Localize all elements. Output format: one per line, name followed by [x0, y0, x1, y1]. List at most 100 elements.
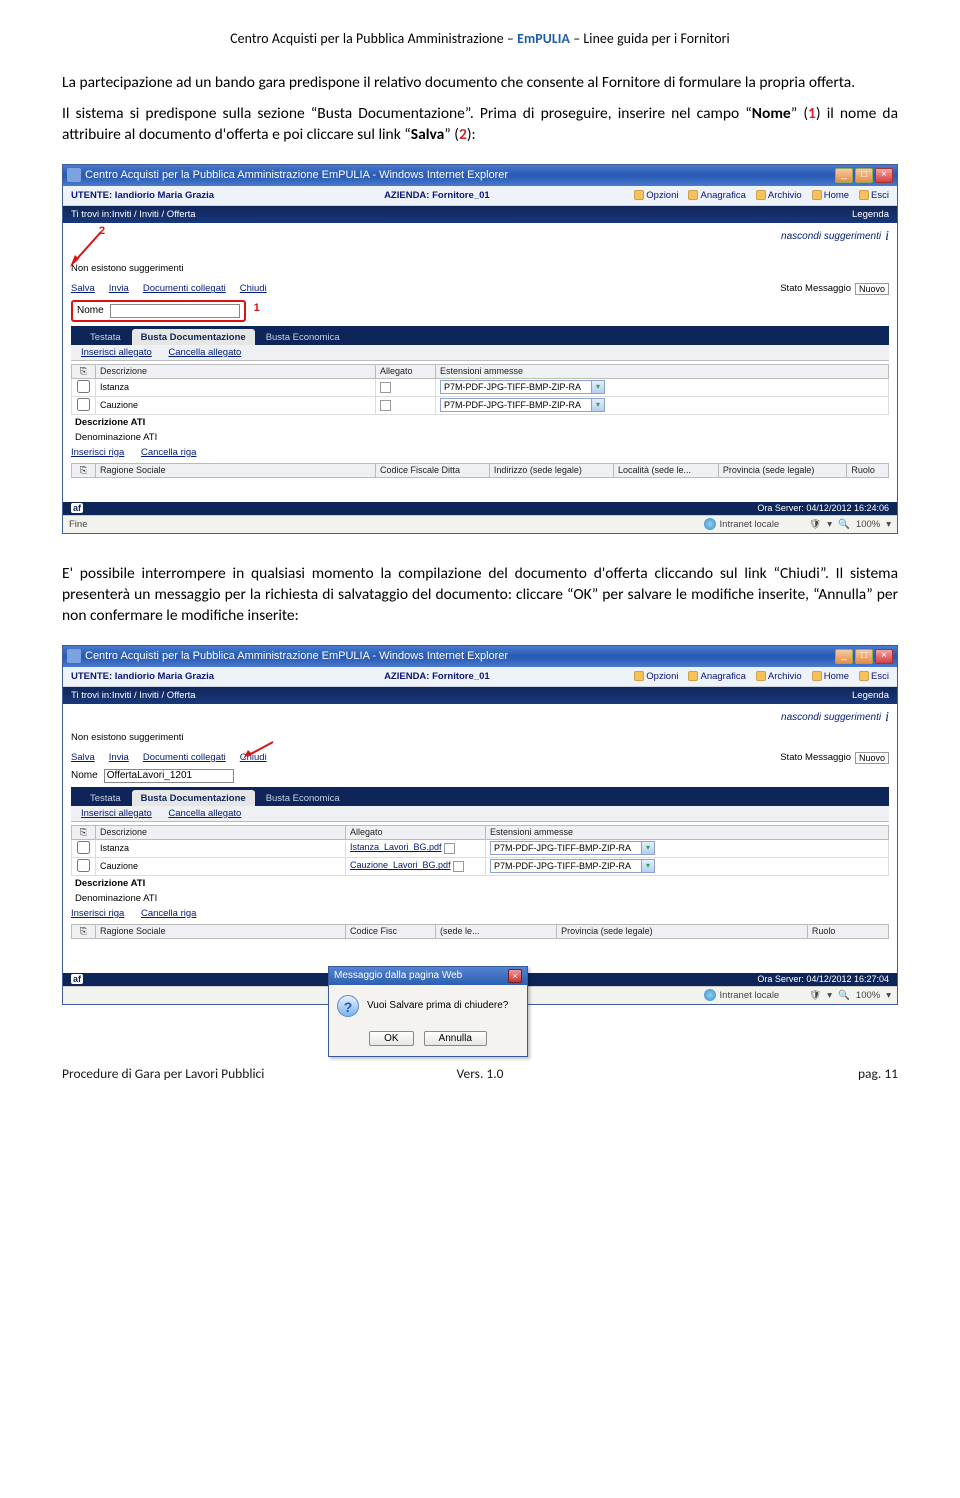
ext-select[interactable]: P7M-PDF-JPG-TIFF-BMP-ZIP-RA▾: [490, 859, 655, 873]
col-ragione-sociale: Ragione Sociale: [96, 463, 376, 477]
row1-desc: Istanza: [96, 378, 376, 396]
ext-select[interactable]: P7M-PDF-JPG-TIFF-BMP-ZIP-RA▾: [490, 841, 655, 855]
invia-link[interactable]: Invia: [109, 752, 129, 763]
toolbar-home[interactable]: Home: [812, 671, 849, 682]
toolbar-archivio[interactable]: Archivio: [756, 671, 802, 682]
inserisci-allegato-link[interactable]: Inserisci allegato: [81, 347, 152, 358]
salva-link[interactable]: Salva: [71, 752, 95, 763]
ati-table: ⎘ Ragione Sociale Codice Fiscale Ditta I…: [71, 463, 889, 478]
toolbar-esci[interactable]: Esci: [859, 190, 889, 201]
row2-desc: Cauzione: [96, 857, 346, 875]
tab-testata[interactable]: Testata: [81, 329, 130, 345]
tab-busta-economica[interactable]: Busta Economica: [257, 790, 349, 806]
nome-input[interactable]: [110, 304, 240, 318]
attach-icon[interactable]: [380, 400, 391, 411]
nome-field: Nome: [71, 769, 234, 783]
col-checkbox: ⎘: [72, 364, 96, 378]
user-label: UTENTE: Iandiorio Maria Grazia: [71, 190, 214, 201]
col-checkbox: ⎘: [72, 924, 96, 938]
window-titlebar[interactable]: Centro Acquisti per la Pubblica Amminist…: [63, 646, 897, 667]
row-checkbox[interactable]: [77, 841, 90, 854]
inserisci-riga-link[interactable]: Inserisci riga: [71, 447, 124, 458]
footer-version: Vers. 1.0: [341, 1065, 620, 1082]
content-area: nascondi suggerimentii Non esistono sugg…: [63, 704, 897, 973]
table-row: Istanza Istanza_Lavori_BG.pdf P7M-PDF-JP…: [72, 839, 889, 857]
col-localita: Località (sede le...: [613, 463, 718, 477]
header-right: – Linee guida per i Fornitori: [570, 30, 730, 47]
dialog-close-button[interactable]: ×: [508, 969, 522, 983]
maximize-button[interactable]: □: [855, 649, 873, 664]
chiudi-link[interactable]: Chiudi: [240, 283, 267, 294]
legenda-link[interactable]: Legenda: [852, 690, 889, 701]
inserisci-allegato-link[interactable]: Inserisci allegato: [81, 808, 152, 819]
legenda-link[interactable]: Legenda: [852, 209, 889, 220]
close-button[interactable]: ×: [875, 168, 893, 183]
maximize-button[interactable]: □: [855, 168, 873, 183]
attach-icon[interactable]: [453, 861, 464, 872]
tab-busta-documentazione[interactable]: Busta Documentazione: [132, 329, 255, 345]
chevron-down-icon: ▾: [641, 842, 654, 854]
callout-1-ref: 1: [808, 104, 816, 123]
minimize-button[interactable]: _: [835, 168, 853, 183]
hide-suggestions[interactable]: nascondi suggerimenti: [781, 231, 881, 242]
ext-select[interactable]: P7M-PDF-JPG-TIFF-BMP-ZIP-RA▾: [440, 398, 605, 412]
row-checkbox[interactable]: [77, 398, 90, 411]
table-row: Istanza P7M-PDF-JPG-TIFF-BMP-ZIP-RA▾: [72, 378, 889, 396]
attachment-link[interactable]: Istanza_Lavori_BG.pdf: [350, 842, 442, 852]
zone-icon: [704, 518, 716, 530]
hide-suggestions[interactable]: nascondi suggerimenti: [781, 712, 881, 723]
card-icon: [688, 671, 698, 681]
tab-busta-documentazione[interactable]: Busta Documentazione: [132, 790, 255, 806]
window-title: Centro Acquisti per la Pubblica Amminist…: [85, 650, 508, 662]
chevron-down-icon: ▾: [591, 399, 604, 411]
ie-icon: [67, 168, 81, 182]
col-cf: Codice Fisc: [346, 924, 436, 938]
ok-button[interactable]: OK: [369, 1031, 413, 1046]
descrizione-ati-label: Descrizione ATI: [71, 876, 889, 891]
home-icon: [812, 671, 822, 681]
toolbar-opzioni[interactable]: Opzioni: [634, 190, 678, 201]
row-checkbox[interactable]: [77, 859, 90, 872]
row-checkbox[interactable]: [77, 380, 90, 393]
documenti-collegati-link[interactable]: Documenti collegati: [143, 283, 226, 294]
col-descrizione: Descrizione: [96, 364, 376, 378]
window-titlebar[interactable]: Centro Acquisti per la Pubblica Amminist…: [63, 165, 897, 186]
attach-icon[interactable]: [444, 843, 455, 854]
toolbar-opzioni[interactable]: Opzioni: [634, 671, 678, 682]
dialog-message: Vuoi Salvare prima di chiudere?: [367, 1000, 508, 1011]
breadcrumb: Ti trovi in:Inviti / Inviti / Offerta: [71, 209, 196, 220]
dialog-titlebar[interactable]: Messaggio dalla pagina Web ×: [329, 967, 527, 985]
nome-input[interactable]: [104, 769, 234, 783]
toolbar-anagrafica[interactable]: Anagrafica: [688, 190, 745, 201]
paragraph-2: Il sistema si predispone sulla sezione “…: [62, 104, 898, 146]
invia-link[interactable]: Invia: [109, 283, 129, 294]
toolbar-home[interactable]: Home: [812, 190, 849, 201]
toolbar-esci[interactable]: Esci: [859, 671, 889, 682]
tab-strip: Testata Busta Documentazione Busta Econo…: [71, 787, 889, 806]
toolbar-anagrafica[interactable]: Anagrafica: [688, 671, 745, 682]
cancella-allegato-link[interactable]: Cancella allegato: [168, 347, 241, 358]
close-button[interactable]: ×: [875, 649, 893, 664]
attach-icon[interactable]: [380, 382, 391, 393]
breadcrumb-bar: Ti trovi in:Inviti / Inviti / Offerta Le…: [63, 687, 897, 704]
tab-busta-economica[interactable]: Busta Economica: [257, 329, 349, 345]
app-footer-bar: af Ora Server: 04/12/2012 16:24:06: [63, 502, 897, 515]
tab-testata[interactable]: Testata: [81, 790, 130, 806]
toolbar-archivio[interactable]: Archivio: [756, 190, 802, 201]
breadcrumb: Ti trovi in:Inviti / Inviti / Offerta: [71, 690, 196, 701]
ext-select[interactable]: P7M-PDF-JPG-TIFF-BMP-ZIP-RA▾: [440, 380, 605, 394]
minimize-button[interactable]: _: [835, 649, 853, 664]
chiudi-link[interactable]: Chiudi: [240, 752, 267, 763]
attachment-link[interactable]: Cauzione_Lavori_BG.pdf: [350, 860, 451, 870]
cancella-allegato-link[interactable]: Cancella allegato: [168, 808, 241, 819]
salva-link[interactable]: Salva: [71, 283, 95, 294]
zoom-value: 100%: [856, 519, 880, 530]
documenti-collegati-link[interactable]: Documenti collegati: [143, 752, 226, 763]
running-header: Centro Acquisti per la Pubblica Amminist…: [62, 30, 898, 47]
inserisci-riga-link[interactable]: Inserisci riga: [71, 908, 124, 919]
zone-icon: [704, 989, 716, 1001]
cancella-riga-link[interactable]: Cancella riga: [141, 908, 196, 919]
denominazione-ati-label: Denominazione ATI: [71, 891, 889, 906]
cancella-riga-link[interactable]: Cancella riga: [141, 447, 196, 458]
annulla-button[interactable]: Annulla: [424, 1031, 487, 1046]
